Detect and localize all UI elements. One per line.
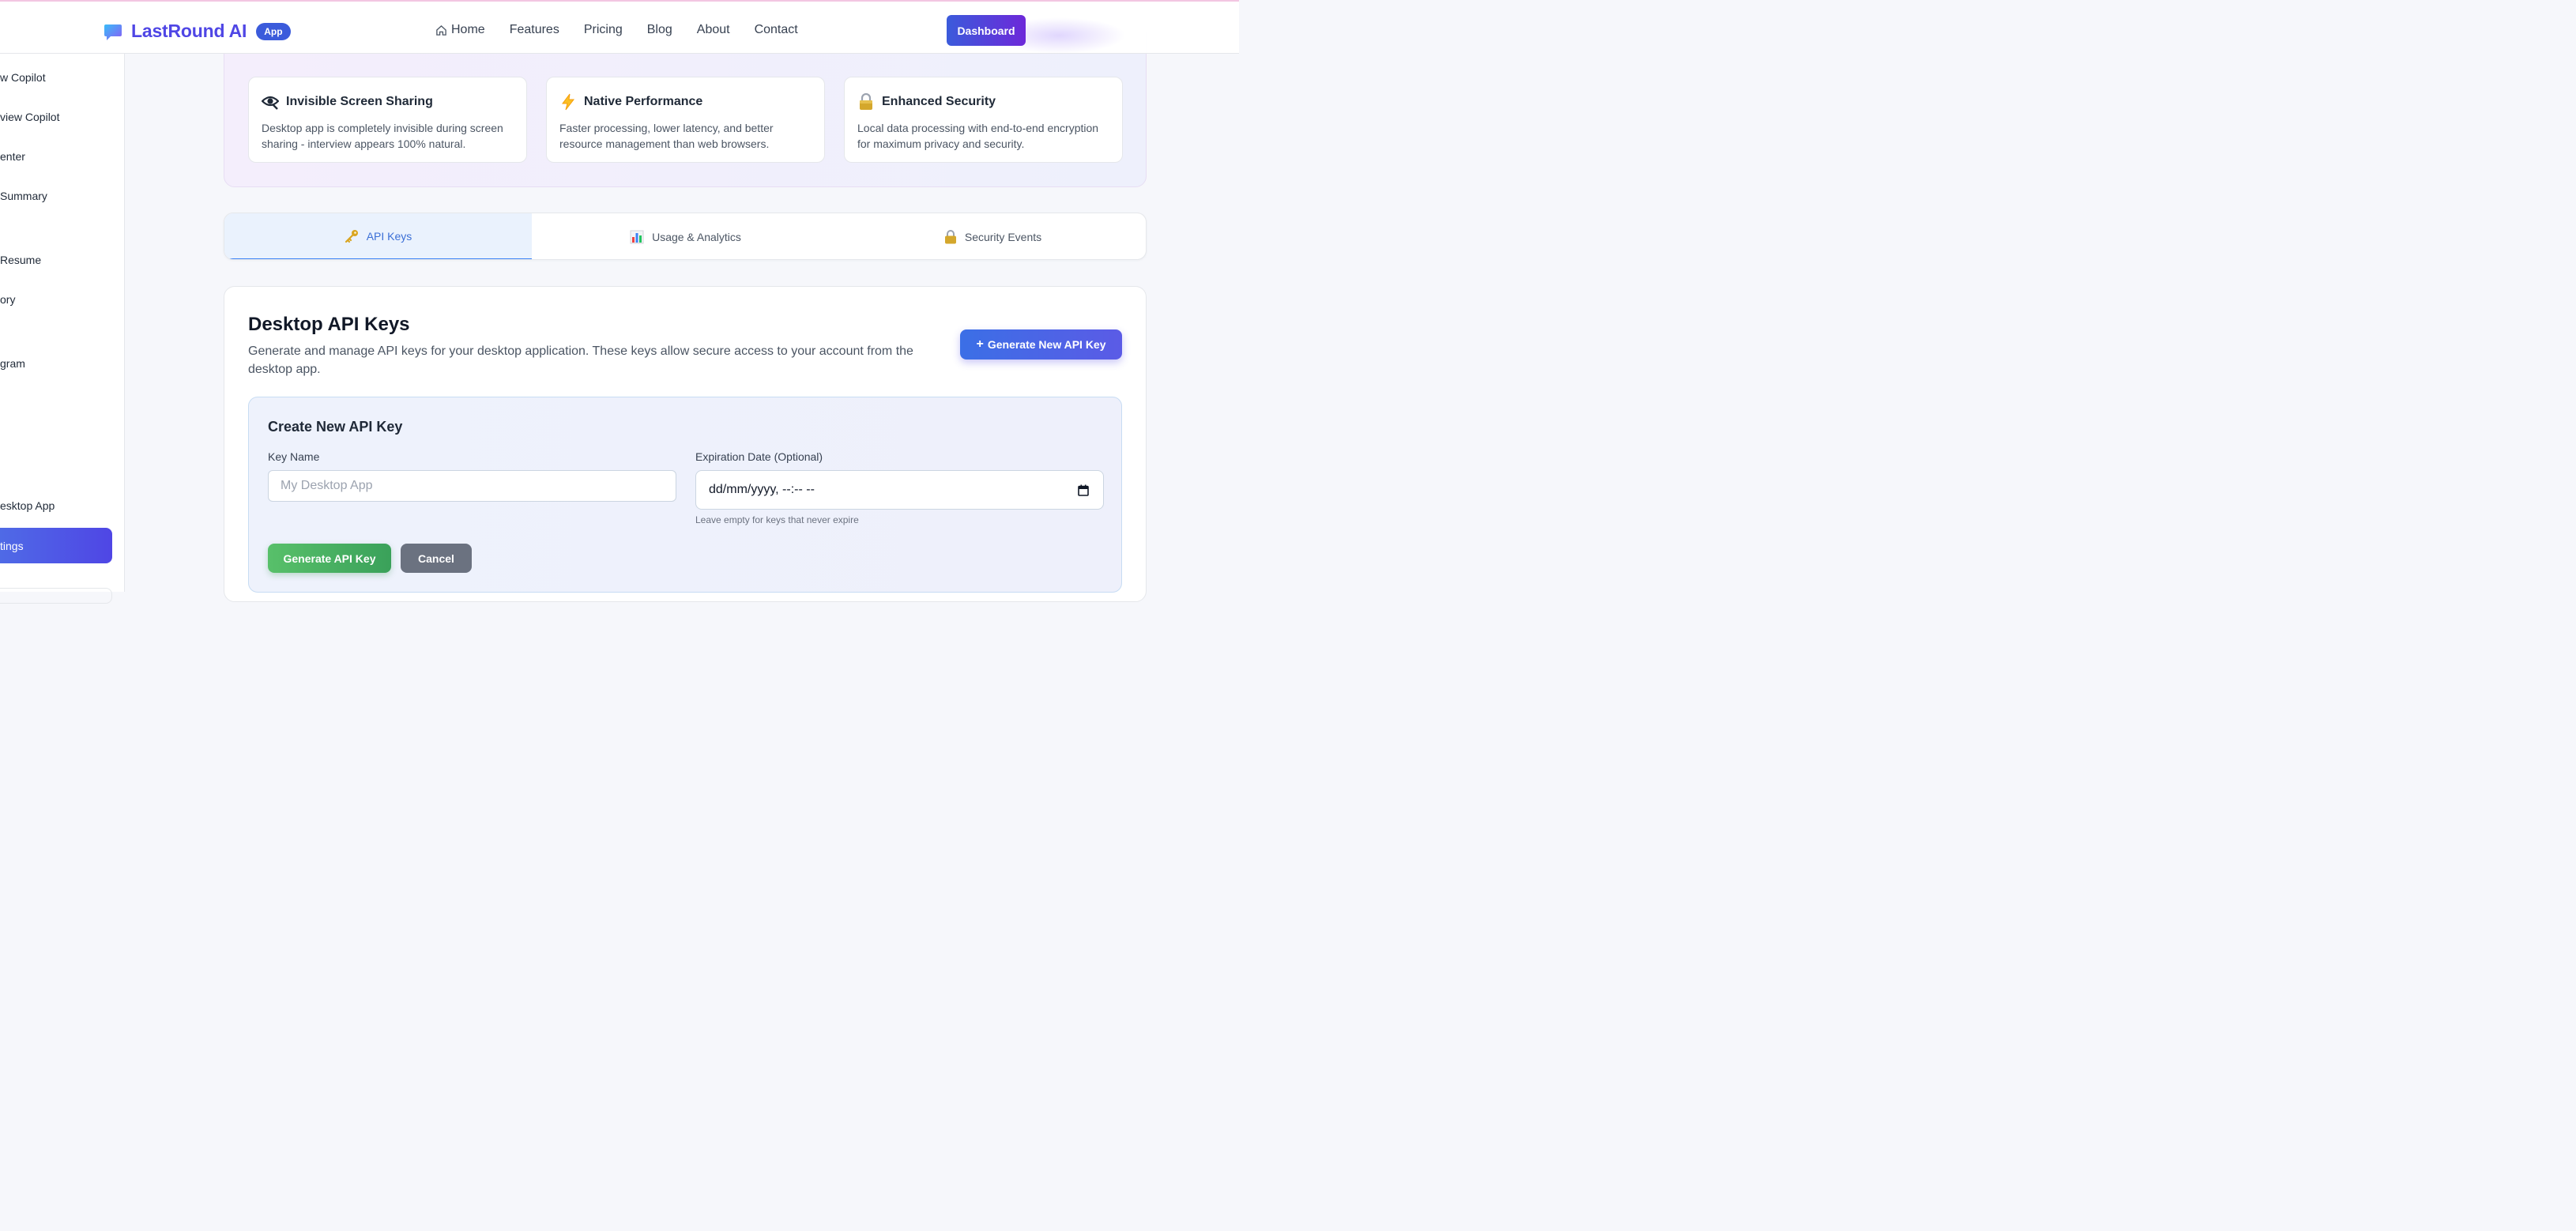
- lightning-icon: [559, 93, 577, 111]
- cancel-button[interactable]: Cancel: [401, 544, 472, 573]
- feature-card: Native Performance Faster processing, lo…: [546, 77, 825, 163]
- sidebar-bottom-card[interactable]: [0, 588, 112, 604]
- feature-desc: Local data processing with end-to-end en…: [857, 122, 1099, 150]
- brand[interactable]: LastRound AI App: [104, 21, 291, 42]
- nav-features[interactable]: Features: [510, 23, 559, 37]
- nav-about[interactable]: About: [697, 23, 730, 37]
- nav-contact[interactable]: Contact: [755, 23, 798, 37]
- tab-api-keys-label: API Keys: [366, 229, 412, 243]
- expiration-hint: Leave empty for keys that never expire: [695, 514, 859, 525]
- nav-home-label: Home: [451, 23, 485, 36]
- tab-usage-analytics-label: Usage & Analytics: [652, 230, 741, 243]
- nav-blog[interactable]: Blog: [647, 23, 672, 37]
- dashboard-button[interactable]: Dashboard: [947, 15, 1026, 46]
- key-name-label: Key Name: [268, 450, 320, 463]
- sidebar-item-settings-active[interactable]: tings: [0, 528, 112, 563]
- sidebar-item-center[interactable]: enter: [0, 150, 25, 163]
- page-title: Desktop API Keys: [248, 314, 410, 335]
- sidebar-item-copilot[interactable]: w Copilot: [0, 71, 46, 84]
- key-name-input[interactable]: [268, 470, 676, 502]
- lock-icon: [857, 93, 875, 111]
- sidebar-item-history[interactable]: ory: [0, 293, 15, 306]
- tab-api-keys[interactable]: API Keys: [224, 213, 532, 259]
- feature-desc: Faster processing, lower latency, and be…: [559, 122, 774, 150]
- chat-bubble-logo-icon: [104, 24, 122, 40]
- generate-new-api-key-label: Generate New API Key: [987, 338, 1106, 351]
- feature-card: Enhanced Security Local data processing …: [844, 77, 1123, 163]
- sidebar-active-label: tings: [0, 539, 24, 552]
- plus-icon: +: [976, 337, 984, 351]
- tab-usage-analytics[interactable]: Usage & Analytics: [532, 213, 839, 259]
- calendar-icon[interactable]: [1078, 484, 1089, 496]
- sidebar-item-summary[interactable]: Summary: [0, 190, 47, 202]
- expiration-date-value: dd/mm/yyyy, --:-- --: [709, 483, 815, 496]
- tab-security-events-label: Security Events: [964, 230, 1042, 243]
- feature-title: Enhanced Security: [882, 95, 996, 108]
- chart-icon: [630, 230, 644, 244]
- sidebar-item-desktop-app[interactable]: esktop App: [0, 499, 55, 512]
- expiration-label: Expiration Date (Optional): [695, 450, 823, 463]
- nav-home[interactable]: Home: [435, 23, 485, 37]
- sidebar-item-resume[interactable]: Resume: [0, 254, 41, 266]
- tab-bar: API Keys Usage & Analytics Security Even…: [224, 213, 1147, 260]
- brand-name: LastRound AI: [131, 21, 247, 41]
- home-icon: [436, 24, 446, 36]
- top-navbar: LastRound AI App Home Features Pricing B…: [0, 0, 1239, 54]
- expiration-date-input[interactable]: dd/mm/yyyy, --:-- --: [695, 470, 1104, 510]
- feature-card: Invisible Screen Sharing Desktop app is …: [248, 77, 527, 163]
- create-api-key-form: Create New API Key Key Name Expiration D…: [248, 397, 1122, 593]
- sidebar-item-program[interactable]: gram: [0, 357, 25, 370]
- eye-icon: [262, 93, 279, 111]
- sidebar: w Copilot view Copilot enter Summary Res…: [0, 54, 125, 604]
- generate-new-api-key-button[interactable]: + Generate New API Key: [960, 329, 1122, 360]
- feature-title: Invisible Screen Sharing: [286, 95, 433, 108]
- form-title: Create New API Key: [268, 419, 403, 435]
- main-nav: Home Features Pricing Blog About Contact: [435, 23, 823, 37]
- page-description: Generate and manage API keys for your de…: [248, 344, 913, 376]
- feature-title: Native Performance: [584, 95, 703, 108]
- nav-pricing[interactable]: Pricing: [584, 23, 623, 37]
- features-panel: Invisible Screen Sharing Desktop app is …: [224, 32, 1147, 187]
- key-icon: [345, 229, 359, 243]
- sidebar-item-interview-copilot[interactable]: view Copilot: [0, 111, 59, 123]
- feature-desc: Desktop app is completely invisible duri…: [262, 122, 503, 150]
- tab-security-events[interactable]: Security Events: [839, 213, 1146, 259]
- generate-api-key-button[interactable]: Generate API Key: [268, 544, 391, 573]
- lock-icon: [944, 229, 957, 244]
- api-keys-card: Desktop API Keys Generate and manage API…: [224, 286, 1147, 602]
- brand-badge: App: [256, 22, 291, 40]
